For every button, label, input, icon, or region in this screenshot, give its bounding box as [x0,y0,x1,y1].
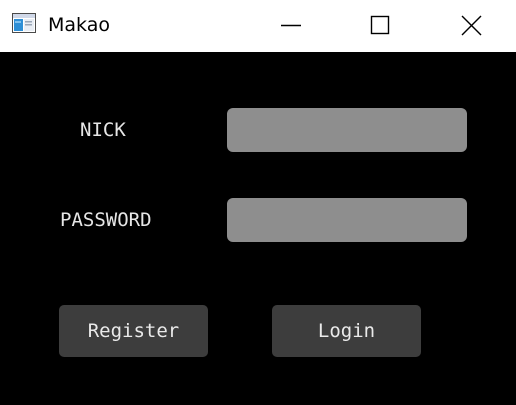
title-bar[interactable]: Makao [0,0,516,52]
close-button[interactable] [448,0,494,52]
close-icon [461,15,482,36]
maximize-button[interactable] [356,0,402,52]
login-button[interactable]: Login [272,305,421,357]
minimize-button[interactable] [268,0,314,52]
app-window-icon [12,13,36,33]
register-button[interactable]: Register [59,305,208,357]
app-window: Makao NICK PASSWORD Register Login [0,0,516,405]
login-panel: NICK PASSWORD Register Login [0,52,516,405]
maximize-icon [370,15,390,35]
password-input[interactable] [227,198,467,242]
minimize-icon [281,24,301,27]
nick-label: NICK [80,119,126,141]
window-title: Makao [48,14,110,36]
password-label: PASSWORD [60,209,152,231]
nick-input[interactable] [227,108,467,152]
